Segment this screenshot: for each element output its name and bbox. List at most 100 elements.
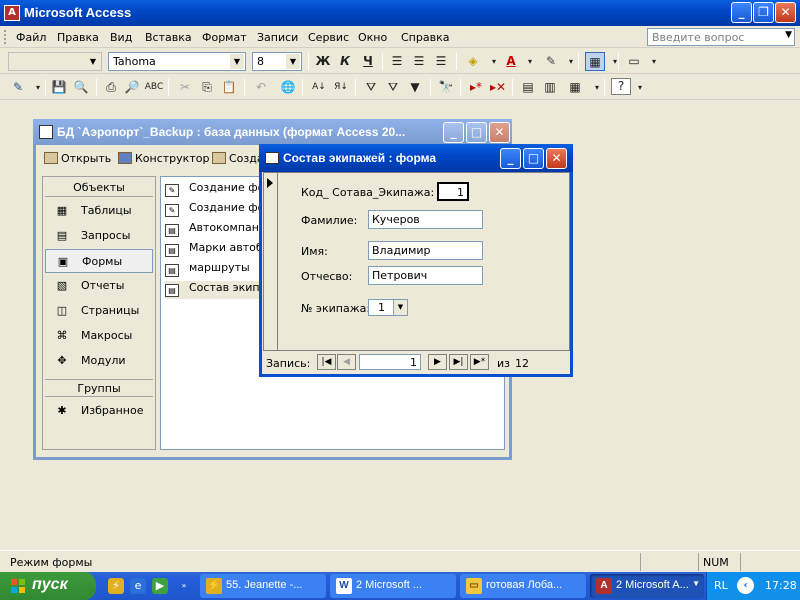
design-view-icon[interactable]: ✎ — [8, 78, 28, 97]
menu-tools[interactable]: Сервис — [308, 31, 349, 44]
first-record-button[interactable]: |◀ — [317, 354, 336, 370]
cut-icon[interactable]: ✂ — [175, 78, 195, 97]
chevron-down-icon[interactable]: ▼ — [393, 300, 407, 315]
name-field[interactable]: Владимир — [368, 241, 483, 260]
chevron-down-icon[interactable]: ▼ — [785, 30, 792, 40]
object-pages[interactable]: ◫ Страницы — [45, 299, 153, 323]
undo-icon[interactable]: ↶ — [251, 78, 271, 97]
find-icon[interactable]: 🔭 — [436, 78, 456, 97]
crew-number-combo[interactable]: 1 ▼ — [368, 299, 408, 316]
bold-button[interactable]: Ж — [313, 52, 333, 71]
list-item[interactable]: ✎ Создание фо — [165, 181, 265, 199]
align-center-icon[interactable]: ☰ — [409, 52, 429, 71]
object-reports[interactable]: ▧ Отчеты — [45, 274, 153, 298]
open-button[interactable]: Открыть — [44, 152, 111, 165]
db-maximize-button[interactable]: □ — [466, 122, 487, 143]
db-minimize-button[interactable]: _ — [443, 122, 464, 143]
print-preview-icon[interactable]: 🔎 — [122, 78, 142, 97]
group-favorites[interactable]: ✱ Избранное — [45, 399, 153, 423]
chevron-down-icon[interactable]: ▾ — [630, 78, 650, 97]
previous-record-button[interactable]: ◀ — [337, 354, 356, 370]
menu-window[interactable]: Окно — [358, 31, 387, 44]
list-item[interactable]: ▤ Состав экипа — [165, 281, 265, 299]
font-color-icon[interactable]: A — [501, 52, 521, 71]
menu-edit[interactable]: Правка — [57, 31, 99, 44]
menu-records[interactable]: Записи — [257, 31, 298, 44]
underline-button[interactable]: Ч — [358, 52, 378, 71]
fill-color-icon[interactable]: ◈ — [463, 52, 483, 71]
minimize-button[interactable]: _ — [731, 2, 752, 23]
help-icon[interactable]: ? — [611, 78, 631, 95]
file-search-icon[interactable]: 🔍 — [71, 78, 91, 97]
object-forms[interactable]: ▣ Формы — [45, 249, 153, 273]
object-macros[interactable]: ⌘ Макросы — [45, 324, 153, 348]
patronymic-field[interactable]: Петрович — [368, 266, 483, 285]
object-tables[interactable]: ▦ Таблицы — [45, 199, 153, 223]
db-close-button[interactable]: ✕ — [489, 122, 510, 143]
form-window-title-bar[interactable]: Состав экипажей : форма _ □ ✕ — [259, 144, 573, 172]
align-left-icon[interactable]: ☰ — [387, 52, 407, 71]
task-word[interactable]: W 2 Microsoft ... — [330, 574, 456, 598]
line-color-icon[interactable]: ✎ — [541, 52, 561, 71]
menu-help[interactable]: Справка — [401, 31, 449, 44]
filter-form-icon[interactable]: ⛛ — [383, 78, 403, 97]
quicklaunch-expand-icon[interactable]: » — [176, 578, 192, 594]
media-player-icon[interactable]: ▶ — [152, 578, 168, 594]
list-item[interactable]: ▤ Марки автоб — [165, 241, 265, 259]
crew-id-field[interactable]: 1 — [437, 182, 469, 201]
next-record-button[interactable]: ▶ — [428, 354, 447, 370]
new-object-icon[interactable]: ▦ — [565, 78, 585, 97]
close-button[interactable]: ✕ — [775, 2, 796, 23]
help-question-input[interactable]: Введите вопрос ▼ — [647, 28, 795, 46]
delete-record-icon[interactable]: ▸✕ — [488, 78, 508, 97]
object-modules[interactable]: ✥ Модули — [45, 349, 153, 373]
filter-selection-icon[interactable]: ⛛ — [361, 78, 381, 97]
groups-header[interactable]: Группы — [45, 379, 153, 397]
object-queries[interactable]: ▤ Запросы — [45, 224, 153, 248]
surname-field[interactable]: Кучеров — [368, 210, 483, 229]
apply-filter-icon[interactable]: ▼ — [405, 78, 425, 97]
database-window-title-bar[interactable]: БД `Аэропорт`_Backup : база данных (форм… — [33, 119, 512, 145]
copy-icon[interactable]: ⎘ — [197, 78, 217, 97]
language-indicator[interactable]: RL — [714, 579, 728, 592]
record-selector[interactable] — [264, 173, 278, 350]
menu-view[interactable]: Вид — [110, 31, 132, 44]
form-maximize-button[interactable]: □ — [523, 148, 544, 169]
properties-icon[interactable]: ▤ — [518, 78, 538, 97]
database-window-icon[interactable]: ▥ — [540, 78, 560, 97]
list-item[interactable]: ✎ Создание фо — [165, 201, 265, 219]
chevron-down-icon[interactable]: ▾ — [520, 52, 540, 71]
new-record-icon[interactable]: ▸* — [466, 78, 486, 97]
task-access[interactable]: A 2 Microsoft A... ▼ — [590, 574, 704, 598]
save-icon[interactable]: 💾 — [49, 78, 69, 97]
task-folder[interactable]: ▭ готовая Лоба... — [460, 574, 586, 598]
last-record-button[interactable]: ▶| — [449, 354, 468, 370]
task-winamp[interactable]: ⚡ 55. Jeanette -... — [200, 574, 326, 598]
chevron-down-icon[interactable]: ▾ — [605, 52, 625, 71]
font-combo[interactable]: Tahoma ▼ — [108, 52, 246, 71]
border-width-icon[interactable]: ▦ — [585, 52, 605, 71]
menu-file[interactable]: Файл — [16, 31, 46, 44]
objects-header[interactable]: Объекты — [45, 179, 153, 197]
internet-explorer-icon[interactable]: e — [130, 578, 146, 594]
special-effect-icon[interactable]: ▭ — [624, 52, 644, 71]
font-size-combo[interactable]: 8 ▼ — [252, 52, 302, 71]
align-right-icon[interactable]: ☰ — [431, 52, 451, 71]
form-minimize-button[interactable]: _ — [500, 148, 521, 169]
menu-format[interactable]: Формат — [202, 31, 247, 44]
object-combo[interactable]: ▼ — [8, 52, 102, 71]
paste-icon[interactable]: 📋 — [219, 78, 239, 97]
access-app-icon[interactable]: A — [4, 5, 20, 21]
sort-descending-icon[interactable]: Я↓ — [331, 78, 351, 97]
designer-button[interactable]: Конструктор — [118, 152, 209, 165]
form-close-button[interactable]: ✕ — [546, 148, 567, 169]
clock[interactable]: 17:28 — [765, 579, 797, 592]
list-item[interactable]: ▤ маршруты — [165, 261, 265, 279]
menu-insert[interactable]: Вставка — [145, 31, 192, 44]
main-title-bar[interactable]: A Microsoft Access _ ❐ ✕ — [0, 0, 800, 26]
list-item[interactable]: ▤ Автокомпани — [165, 221, 265, 239]
chevron-down-icon[interactable]: ▾ — [644, 52, 664, 71]
new-record-button[interactable]: ▶* — [470, 354, 489, 370]
toolbar-grip[interactable] — [4, 30, 7, 44]
sort-ascending-icon[interactable]: A↓ — [309, 78, 329, 97]
